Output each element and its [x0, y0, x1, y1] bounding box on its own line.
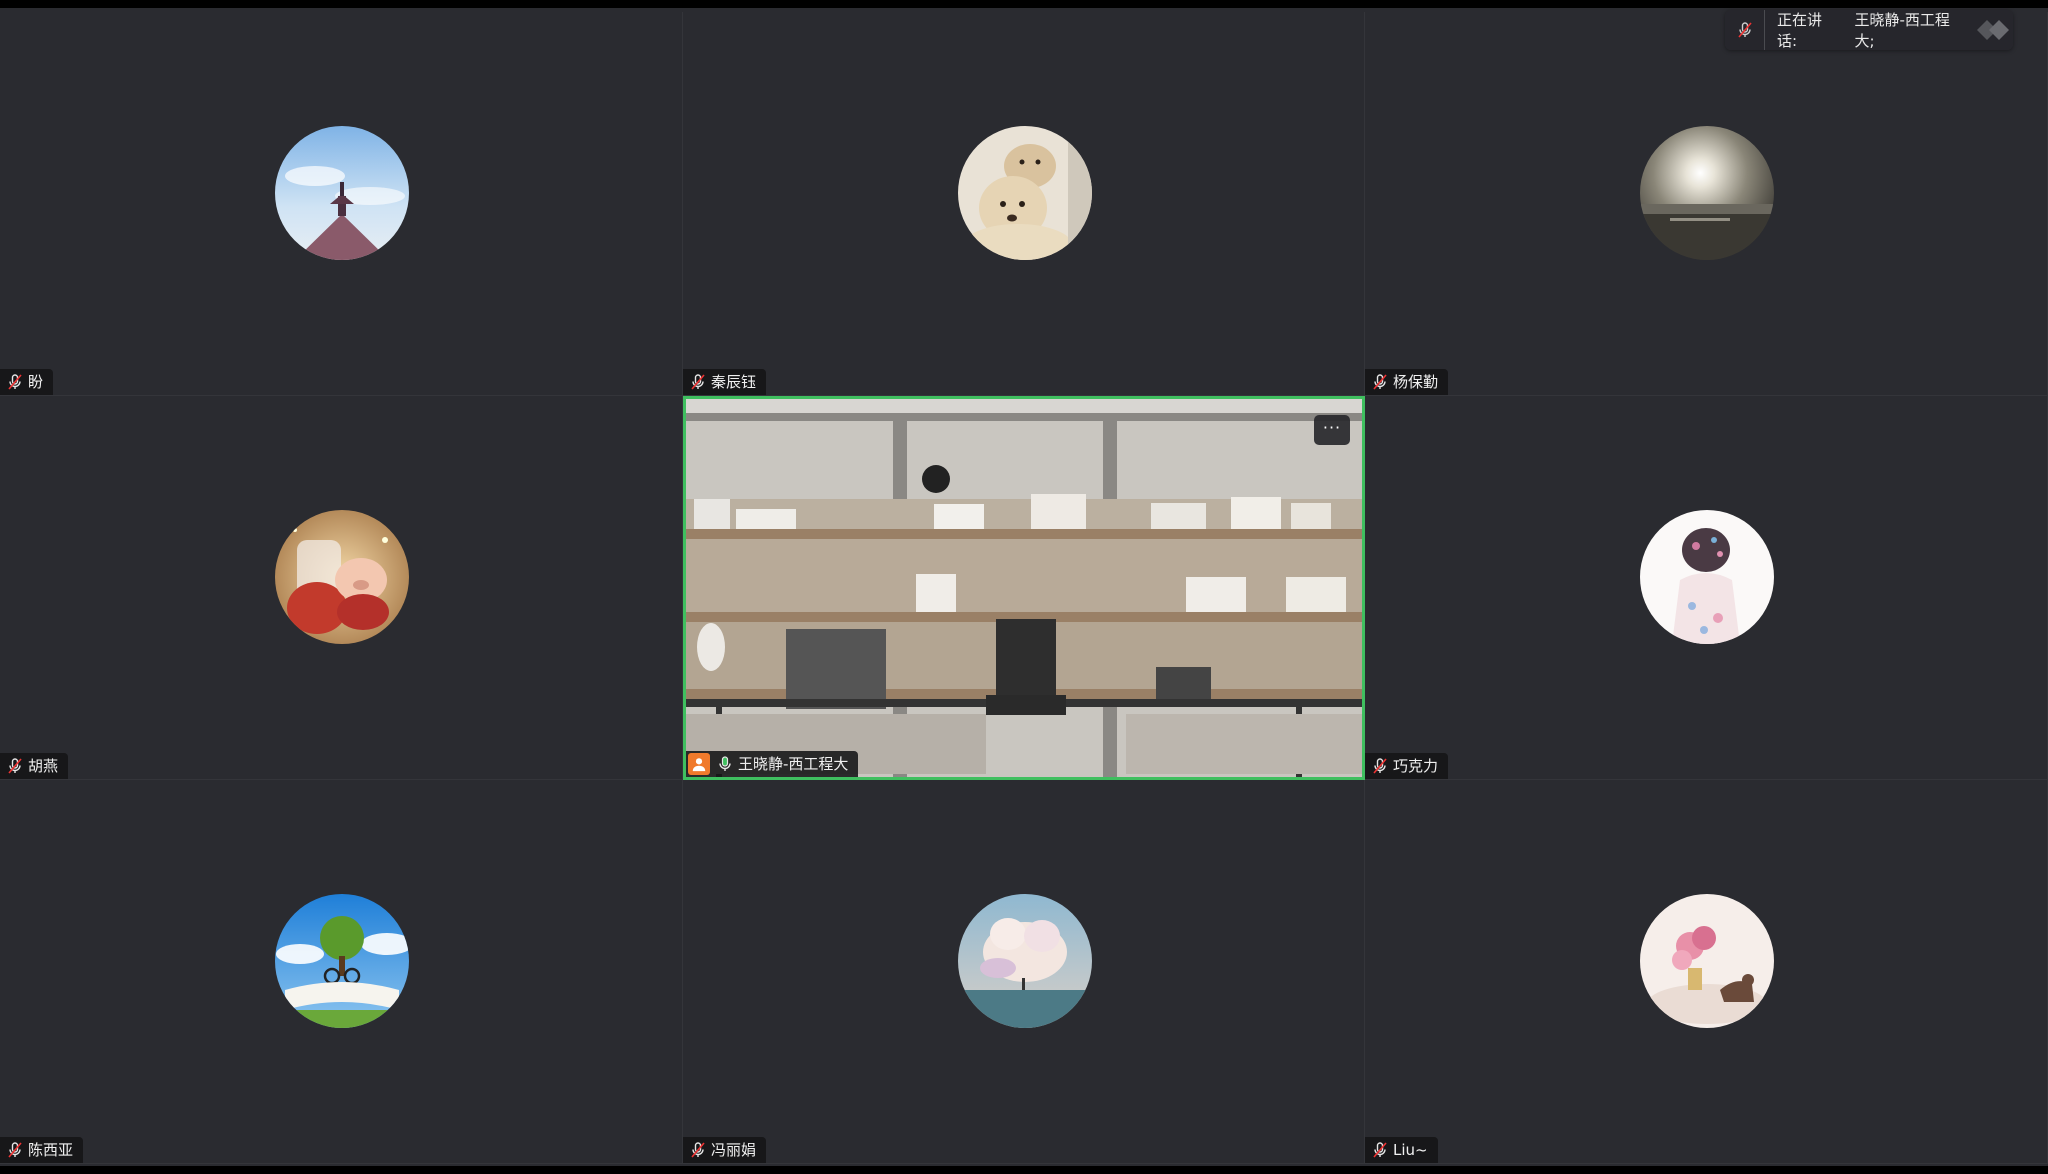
- participant-name: 杨保勤: [1393, 373, 1439, 391]
- participant-tile-2[interactable]: 秦辰钰: [683, 12, 1365, 396]
- participant-name: 冯丽娟: [711, 1141, 757, 1159]
- video-grid: 盼 秦辰钰 杨保勤 胡燕 ··· 王晓静-西工程大 巧克力 陈西亚 冯丽娟 Li…: [0, 12, 2048, 1164]
- participant-tile-6[interactable]: 巧克力: [1365, 396, 2048, 780]
- mic-muted-icon: [689, 1141, 707, 1159]
- sunset-lake-avatar: [1640, 126, 1774, 260]
- flower-horse-avatar: [1640, 894, 1774, 1028]
- mic-muted-icon: [1371, 1141, 1389, 1159]
- girl-back-avatar: [1640, 510, 1774, 644]
- host-badge-icon: [688, 753, 710, 775]
- mic-muted-icon: [689, 373, 707, 391]
- mic-muted-icon: [1725, 10, 1765, 50]
- tree-book-avatar: [275, 894, 409, 1028]
- active-speaker-tile[interactable]: ··· 王晓静-西工程大: [683, 396, 1365, 780]
- more-options-button[interactable]: ···: [1314, 415, 1350, 445]
- participant-tile-3[interactable]: 杨保勤: [1365, 12, 2048, 396]
- office-bookshelf-video: [686, 399, 1362, 777]
- participant-name-tag: Liu~: [1365, 1137, 1438, 1163]
- mic-muted-icon: [1371, 373, 1389, 391]
- mic-muted-icon: [6, 1141, 24, 1159]
- participant-name-tag: 杨保勤: [1365, 369, 1449, 395]
- speaking-label: 正在讲话:: [1777, 11, 1823, 50]
- bottom-strip: [0, 1166, 2048, 1174]
- participant-name-tag: 巧克力: [1365, 753, 1449, 779]
- participant-name: 盼: [28, 373, 44, 391]
- participant-name: 王晓静-西工程大: [738, 755, 849, 773]
- participant-name: 巧克力: [1393, 757, 1439, 775]
- speaker-avatars-icon: [1973, 16, 2013, 44]
- active-speaker-indicator[interactable]: 正在讲话: 王晓静-西工程大;: [1725, 10, 2013, 50]
- participant-name: 陈西亚: [28, 1141, 74, 1159]
- meeting-window: 盼 秦辰钰 杨保勤 胡燕 ··· 王晓静-西工程大 巧克力 陈西亚 冯丽娟 Li…: [0, 0, 2048, 1174]
- participant-name-tag: 胡燕: [0, 753, 69, 779]
- participant-name: 胡燕: [28, 757, 59, 775]
- mic-active-icon: [716, 755, 734, 773]
- piggy-avatar: [275, 510, 409, 644]
- participant-tile-8[interactable]: 冯丽娟: [683, 780, 1365, 1164]
- participant-tile-7[interactable]: 陈西亚: [0, 780, 683, 1164]
- top-strip: [0, 0, 2048, 8]
- participant-name-tag: 秦辰钰: [683, 369, 767, 395]
- speaking-name: 王晓静-西工程大;: [1854, 11, 1950, 50]
- participant-tile-4[interactable]: 胡燕: [0, 396, 683, 780]
- participant-name-tag: 陈西亚: [0, 1137, 84, 1163]
- participant-name-tag: 王晓静-西工程大: [686, 751, 859, 777]
- mic-muted-icon: [1371, 757, 1389, 775]
- participant-tile-9[interactable]: Liu~: [1365, 780, 2048, 1164]
- pagoda-sky-avatar: [275, 126, 409, 260]
- participant-name: 秦辰钰: [711, 373, 757, 391]
- participant-tile-1[interactable]: 盼: [0, 12, 683, 396]
- mic-muted-icon: [6, 757, 24, 775]
- participant-name-tag: 盼: [0, 369, 54, 395]
- participant-name-tag: 冯丽娟: [683, 1137, 767, 1163]
- participant-name: Liu~: [1393, 1141, 1428, 1159]
- mic-muted-icon: [6, 373, 24, 391]
- dogs-avatar: [958, 126, 1092, 260]
- cloud-sea-avatar: [958, 894, 1092, 1028]
